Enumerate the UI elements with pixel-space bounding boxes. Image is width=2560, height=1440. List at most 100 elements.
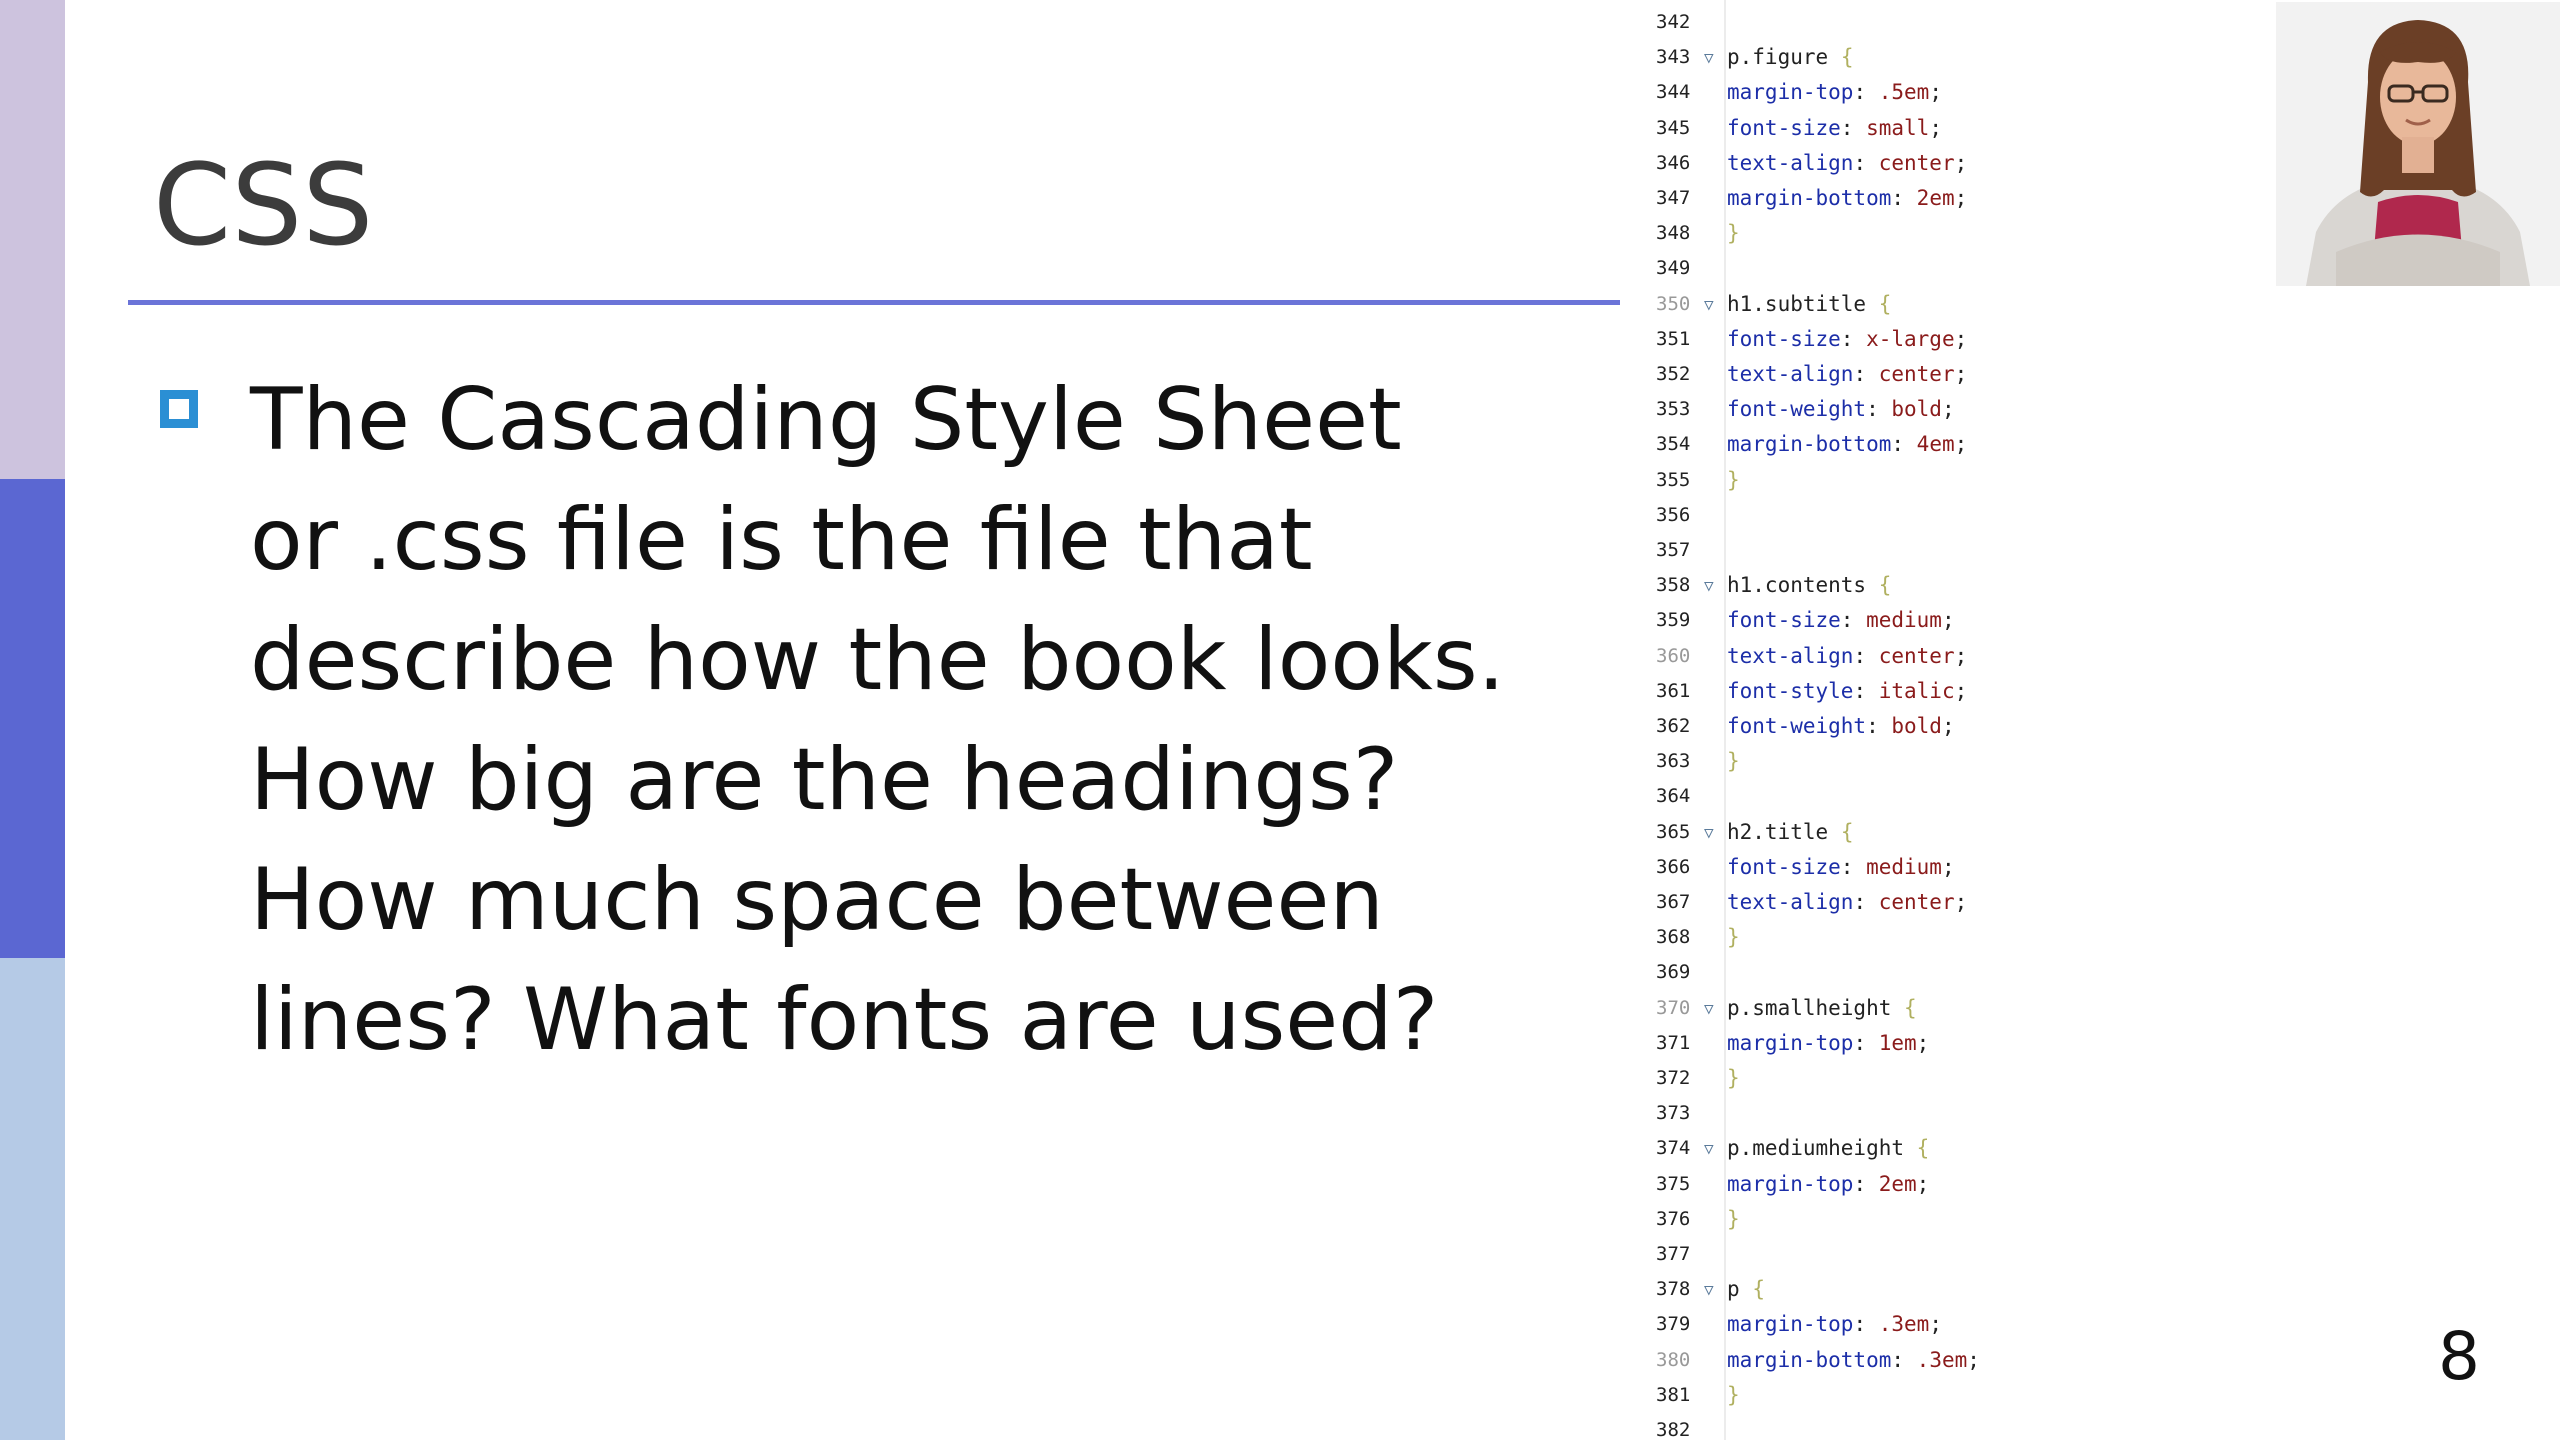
css-property: font-size [1727,326,1841,351]
fold-triangle-icon: ▽ [1704,1139,1714,1159]
code-line: 369 [1620,955,2560,990]
title-underline [128,300,1620,305]
body-line: How big are the headings? [250,730,1399,830]
css-property: font-size [1727,115,1841,140]
code-line: 361 font-style: italic; [1620,674,2560,709]
code-text: font-style: italic; [1727,678,1968,703]
code-line: 370 ▽ p.smallheight { [1620,991,2560,1026]
line-number: 368 [1656,926,1691,949]
line-number: 343 [1656,46,1691,69]
code-text: } [1727,744,1740,779]
line-number: 366 [1656,855,1691,878]
code-text: text-align: center; [1727,362,1968,386]
line-number: 357 [1656,539,1691,561]
accent-bar-top [0,0,65,479]
css-value: x-large [1866,326,1955,351]
code-text: margin-top: 1em; [1727,1030,1930,1055]
css-brace: } [1727,1382,1740,1407]
code-text: p { [1727,1272,1765,1307]
code-line: 372} [1620,1061,2560,1096]
code-text: text-align: center; [1727,890,1968,914]
presenter-avatar [2276,2,2560,286]
line-number: 349 [1656,257,1691,280]
line-number: 344 [1656,81,1691,104]
line-number: 381 [1656,1383,1691,1406]
code-text: p.mediumheight { [1727,1131,1929,1166]
css-property: margin-top [1727,1312,1854,1337]
code-line: 367 text-align: center; [1620,885,2560,920]
css-value: italic [1878,678,1955,703]
line-number: 354 [1656,433,1691,456]
person-avatar-icon [2276,2,2560,286]
fold-triangle-icon: ▽ [1704,576,1714,596]
code-text: margin-top: 2em; [1727,1171,1930,1196]
line-number: 372 [1656,1067,1691,1089]
line-number: 376 [1656,1207,1691,1230]
css-brace: } [1727,221,1740,246]
code-line: 360 text-align: center; [1620,639,2560,674]
css-value: 2em [1916,186,1955,210]
css-selector: p.figure [1727,45,1829,70]
code-text: } [1727,463,1740,498]
line-number: 362 [1656,715,1691,737]
css-property: margin-bottom [1727,186,1892,210]
code-text: } [1727,1378,1740,1413]
css-property: font-size [1727,608,1841,633]
css-selector: h2.title [1727,819,1829,844]
css-value: .3em [1916,1347,1968,1372]
line-number: 352 [1656,363,1691,385]
css-value: center [1878,362,1955,386]
slide-title: CSS [153,141,374,271]
code-text: h1.contents { [1727,568,1891,603]
code-text: text-align: center; [1727,643,1968,668]
code-line: 351 font-size: x-large; [1620,322,2560,357]
line-number: 353 [1656,398,1691,421]
css-brace: } [1727,467,1740,492]
code-text: } [1727,216,1740,251]
fold-triangle-icon: ▽ [1704,998,1714,1018]
css-selector: h1.subtitle [1727,291,1867,316]
page-number: 8 [2438,1318,2480,1395]
code-line: 366 font-size: medium; [1620,850,2560,885]
accent-bar-bottom [0,958,65,1440]
css-property: text-align [1727,362,1854,386]
line-number: 382 [1656,1419,1691,1440]
css-property: margin-top [1727,1030,1854,1055]
code-line: 354 margin-bottom: 4em; [1620,427,2560,462]
line-number: 351 [1656,327,1691,350]
body-line: lines? What fonts are used? [250,970,1439,1070]
fold-triangle-icon: ▽ [1704,294,1714,314]
line-number: 364 [1656,785,1691,808]
css-selector: p [1727,1277,1740,1302]
css-property: text-align [1727,150,1854,175]
css-brace: } [1727,749,1740,774]
line-number: 348 [1656,222,1691,245]
code-line: 350 ▽ h1.subtitle { [1620,287,2560,322]
line-number: 355 [1656,468,1691,491]
code-line: 356 [1620,498,2560,533]
line-number: 356 [1656,503,1691,526]
line-number: 342 [1656,11,1691,33]
code-line: 382 [1620,1413,2560,1440]
css-value: medium [1866,854,1942,879]
line-number: 379 [1656,1313,1691,1336]
line-number: 346 [1656,151,1691,174]
bullet-square-icon [160,390,198,428]
line-number: 345 [1656,116,1691,139]
css-brace: } [1727,925,1740,950]
line-number: 373 [1656,1102,1691,1125]
line-number: 361 [1656,679,1691,702]
line-number: 347 [1656,187,1691,209]
line-number: 378 [1656,1278,1691,1301]
body-line: The Cascading Style Sheet [250,370,1402,470]
code-text: margin-top: .5em; [1727,80,1942,105]
line-number: 359 [1656,609,1691,632]
line-number: 360 [1656,644,1691,667]
css-selector: p.mediumheight [1727,1136,1905,1161]
code-line: 374 ▽ p.mediumheight { [1620,1131,2560,1166]
code-line: 362 font-weight: bold; [1620,709,2560,744]
css-selector: h1.contents [1727,573,1867,598]
css-brace: { [1916,1136,1930,1161]
code-line: 376} [1620,1202,2560,1237]
line-number: 363 [1656,750,1691,773]
